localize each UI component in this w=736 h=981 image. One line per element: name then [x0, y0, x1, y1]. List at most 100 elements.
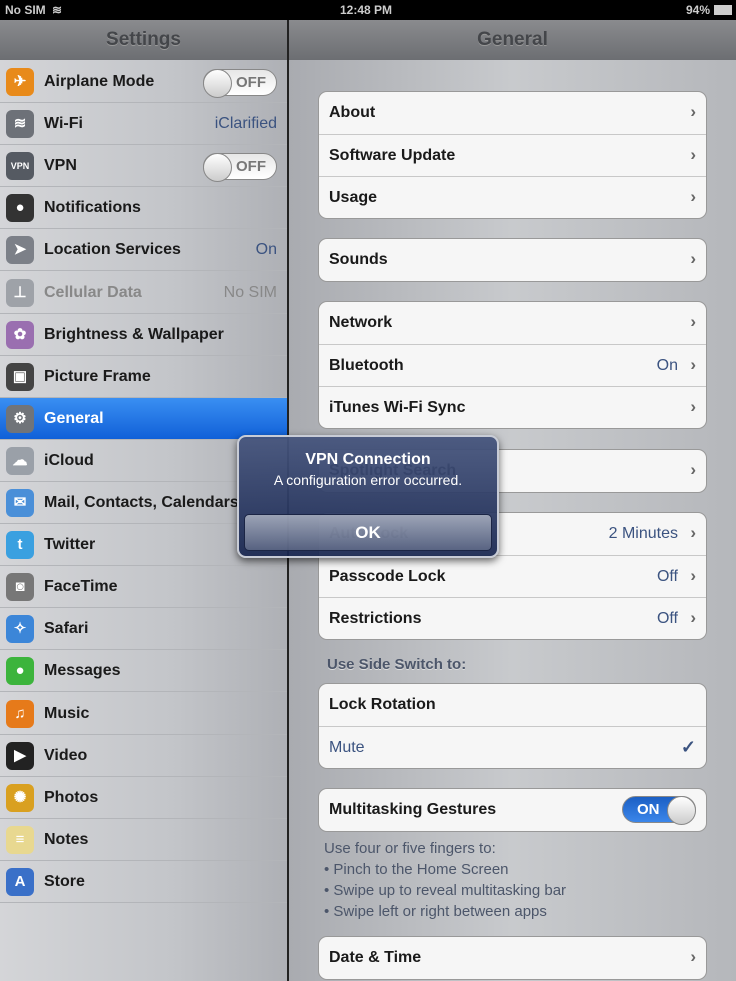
- sidebar-item-photos[interactable]: ✺ Photos: [0, 777, 287, 819]
- sidebar-item-store[interactable]: A Store: [0, 861, 287, 903]
- cell-label: Restrictions: [329, 610, 422, 627]
- status-bar: No SIM ≋ 12:48 PM 94%: [0, 0, 736, 20]
- sidebar-item-label: Music: [44, 704, 90, 722]
- cell-label: Lock Rotation: [329, 696, 436, 713]
- notes-icon: ≡: [6, 825, 34, 854]
- sidebar-item-label: Airplane Mode: [44, 73, 155, 90]
- cell-label: Date & Time: [329, 949, 422, 966]
- chevron-right-icon: ›: [690, 566, 696, 585]
- sidebar-item-label: Twitter: [44, 536, 96, 554]
- ok-button[interactable]: OK: [244, 514, 492, 551]
- sidebar-item-notes[interactable]: ≡ Notes: [0, 819, 287, 861]
- chevron-right-icon: ›: [690, 145, 696, 164]
- sidebar-item-label: Messages: [44, 662, 121, 680]
- multitasking-toggle[interactable]: ON: [622, 796, 696, 825]
- settings-group: Multitasking Gestures ON: [318, 788, 707, 832]
- cell-about[interactable]: About ›: [319, 92, 706, 134]
- chevron-right-icon: ›: [690, 460, 696, 479]
- footer-text: • Swipe left or right between apps: [324, 903, 547, 920]
- alert-title: VPN Connection: [305, 451, 431, 468]
- toggle-switch[interactable]: OFF: [203, 153, 277, 183]
- sidebar-item-label: Location Services: [44, 241, 181, 259]
- footer-text: • Swipe up to reveal multitasking bar: [324, 882, 567, 899]
- settings-group: Lock Rotation Mute ✓: [318, 683, 707, 769]
- sidebar-item-label: VPN: [44, 157, 77, 175]
- sidebar-title: Settings: [0, 20, 287, 60]
- cell-itunes-wi-fi-sync[interactable]: iTunes Wi-Fi Sync ›: [319, 386, 706, 428]
- sidebar-item-safari[interactable]: ✧ Safari: [0, 608, 287, 651]
- toggle-switch[interactable]: OFF: [203, 69, 277, 98]
- cell-label: Mute: [329, 739, 365, 756]
- brightness-icon: ✿: [6, 320, 34, 349]
- sidebar-item-label: Cellular Data: [44, 283, 142, 301]
- sidebar-item-label: Notifications: [44, 199, 141, 217]
- sidebar-item-general[interactable]: ⚙ General: [0, 397, 287, 440]
- sidebar-item-picture-frame[interactable]: ▣ Picture Frame: [0, 356, 287, 398]
- sidebar-item-brightness-wallpaper[interactable]: ✿ Brightness & Wallpaper: [0, 314, 287, 356]
- sidebar-item-cellular-data[interactable]: ⊥ Cellular Data No SIM: [0, 272, 287, 314]
- vpn-icon: VPN: [6, 152, 34, 181]
- settings-group: About › Software Update › Usage ›: [318, 91, 707, 219]
- cell-value: 2 Minutes: [608, 525, 678, 542]
- sidebar-item-wi-fi[interactable]: ≋ Wi-Fi iClarified: [0, 103, 287, 146]
- cell-sounds[interactable]: Sounds ›: [319, 239, 706, 281]
- chevron-right-icon: ›: [690, 312, 696, 331]
- sidebar-item-label: General: [44, 409, 104, 427]
- music-icon: ♫: [6, 699, 34, 728]
- video-icon: ▶: [6, 741, 34, 770]
- cell-software-update[interactable]: Software Update ›: [319, 134, 706, 176]
- airplane-icon: ✈: [6, 68, 34, 96]
- store-icon: A: [6, 867, 34, 896]
- cell-value: Off: [656, 568, 678, 585]
- cell-label: Multitasking Gestures: [329, 801, 497, 818]
- battery-percent: 94%: [685, 3, 710, 17]
- sidebar-item-vpn[interactable]: VPN VPN OFF: [0, 145, 287, 188]
- sidebar-item-music[interactable]: ♫ Music: [0, 693, 287, 735]
- page-title: General: [289, 20, 736, 60]
- footer-text: • Pinch to the Home Screen: [324, 861, 509, 878]
- gear-icon: ⚙: [6, 404, 34, 433]
- sidebar-item-location-services[interactable]: ➤ Location Services On: [0, 229, 287, 272]
- sidebar-item-facetime[interactable]: ◙ FaceTime: [0, 566, 287, 609]
- chevron-right-icon: ›: [690, 947, 696, 966]
- cell-network[interactable]: Network ›: [319, 302, 706, 344]
- cell-usage[interactable]: Usage ›: [319, 176, 706, 218]
- sidebar-item-label: Store: [44, 872, 85, 890]
- footer-text: Use four or five fingers to:: [324, 840, 496, 857]
- sidebar-item-label: Video: [44, 746, 88, 764]
- cellular-icon: ⊥: [6, 278, 34, 307]
- sidebar-item-label: Picture Frame: [44, 367, 151, 385]
- cell-passcode-lock[interactable]: Passcode Lock Off ›: [319, 555, 706, 597]
- mail-icon: ✉: [6, 489, 34, 517]
- sidebar-item-airplane-mode[interactable]: ✈ Airplane Mode OFF: [0, 61, 287, 103]
- sidebar-item-label: Safari: [44, 620, 89, 638]
- settings-group: Sounds ›: [318, 238, 707, 282]
- battery-icon: [714, 5, 732, 15]
- section-header: Use Side Switch to:: [327, 656, 467, 673]
- cell-bluetooth[interactable]: Bluetooth On ›: [319, 344, 706, 386]
- sidebar-item-notifications[interactable]: ● Notifications: [0, 187, 287, 230]
- sidebar-item-messages[interactable]: ● Messages: [0, 650, 287, 693]
- cell-label: Passcode Lock: [329, 568, 446, 585]
- cell-label: About: [329, 104, 376, 121]
- sidebar-item-label: Mail, Contacts, Calendars: [44, 494, 239, 511]
- sidebar-item-value: iClarified: [214, 115, 277, 133]
- cell-mute[interactable]: Mute ✓: [319, 726, 706, 768]
- settings-group: Date & Time ›: [318, 936, 707, 980]
- sidebar-item-video[interactable]: ▶ Video: [0, 735, 287, 777]
- icloud-icon: ☁: [6, 446, 34, 475]
- location-icon: ➤: [6, 236, 34, 265]
- chevron-right-icon: ›: [690, 608, 696, 627]
- chevron-right-icon: ›: [690, 523, 696, 542]
- cell-lock-rotation[interactable]: Lock Rotation: [319, 684, 706, 726]
- chevron-right-icon: ›: [690, 187, 696, 206]
- cell-date-time[interactable]: Date & Time ›: [319, 937, 706, 979]
- sidebar-item-label: Notes: [44, 830, 89, 848]
- cell-restrictions[interactable]: Restrictions Off ›: [319, 597, 706, 639]
- cell-multitasking-gestures[interactable]: Multitasking Gestures ON: [319, 789, 706, 831]
- sidebar-item-value: On: [255, 241, 277, 259]
- sidebar-item-value: No SIM: [223, 283, 277, 301]
- cell-label: Sounds: [329, 251, 388, 268]
- chevron-right-icon: ›: [690, 397, 696, 416]
- clock: 12:48 PM: [340, 3, 393, 17]
